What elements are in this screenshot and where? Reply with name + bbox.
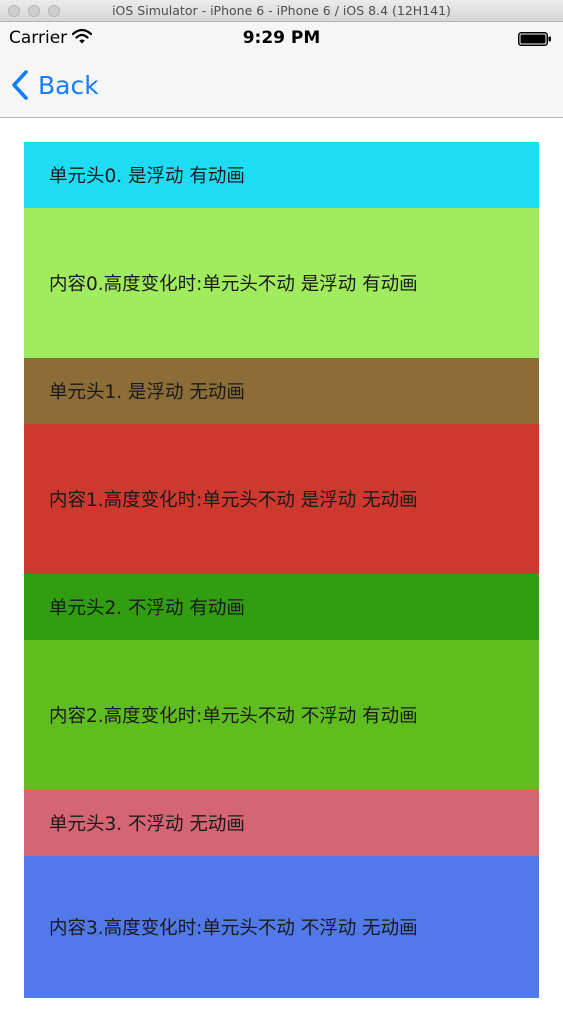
back-button-label: Back xyxy=(38,70,99,100)
simulator-title-bar: iOS Simulator - iPhone 6 - iPhone 6 / iO… xyxy=(0,0,563,22)
status-bar: Carrier 9:29 PM xyxy=(0,22,563,56)
section-header-3[interactable]: 单元头3. 不浮动 无动画 xyxy=(24,790,539,856)
status-time: 9:29 PM xyxy=(242,28,321,48)
table-view[interactable]: 单元头0. 是浮动 有动画 内容0.高度变化时:单元头不动 是浮动 有动画 单元… xyxy=(0,119,563,1023)
section-content-cell-0[interactable]: 内容0.高度变化时:单元头不动 是浮动 有动画 xyxy=(24,208,539,358)
section-header-2[interactable]: 单元头2. 不浮动 有动画 xyxy=(24,574,539,640)
section-content-cell-2[interactable]: 内容2.高度变化时:单元头不动 不浮动 有动画 xyxy=(24,640,539,790)
section-content-cell-1[interactable]: 内容1.高度变化时:单元头不动 是浮动 无动画 xyxy=(24,424,539,574)
battery-icon xyxy=(518,32,551,46)
window-title: iOS Simulator - iPhone 6 - iPhone 6 / iO… xyxy=(112,3,451,18)
section-list: 单元头0. 是浮动 有动画 内容0.高度变化时:单元头不动 是浮动 有动画 单元… xyxy=(24,142,539,998)
back-button[interactable]: Back xyxy=(10,68,99,102)
section-header-0[interactable]: 单元头0. 是浮动 有动画 xyxy=(24,142,539,208)
section-header-1[interactable]: 单元头1. 是浮动 无动画 xyxy=(24,358,539,424)
chevron-left-icon xyxy=(12,70,28,100)
section-content-cell-3[interactable]: 内容3.高度变化时:单元头不动 不浮动 无动画 xyxy=(24,856,539,998)
navigation-bar: Back xyxy=(0,56,563,118)
